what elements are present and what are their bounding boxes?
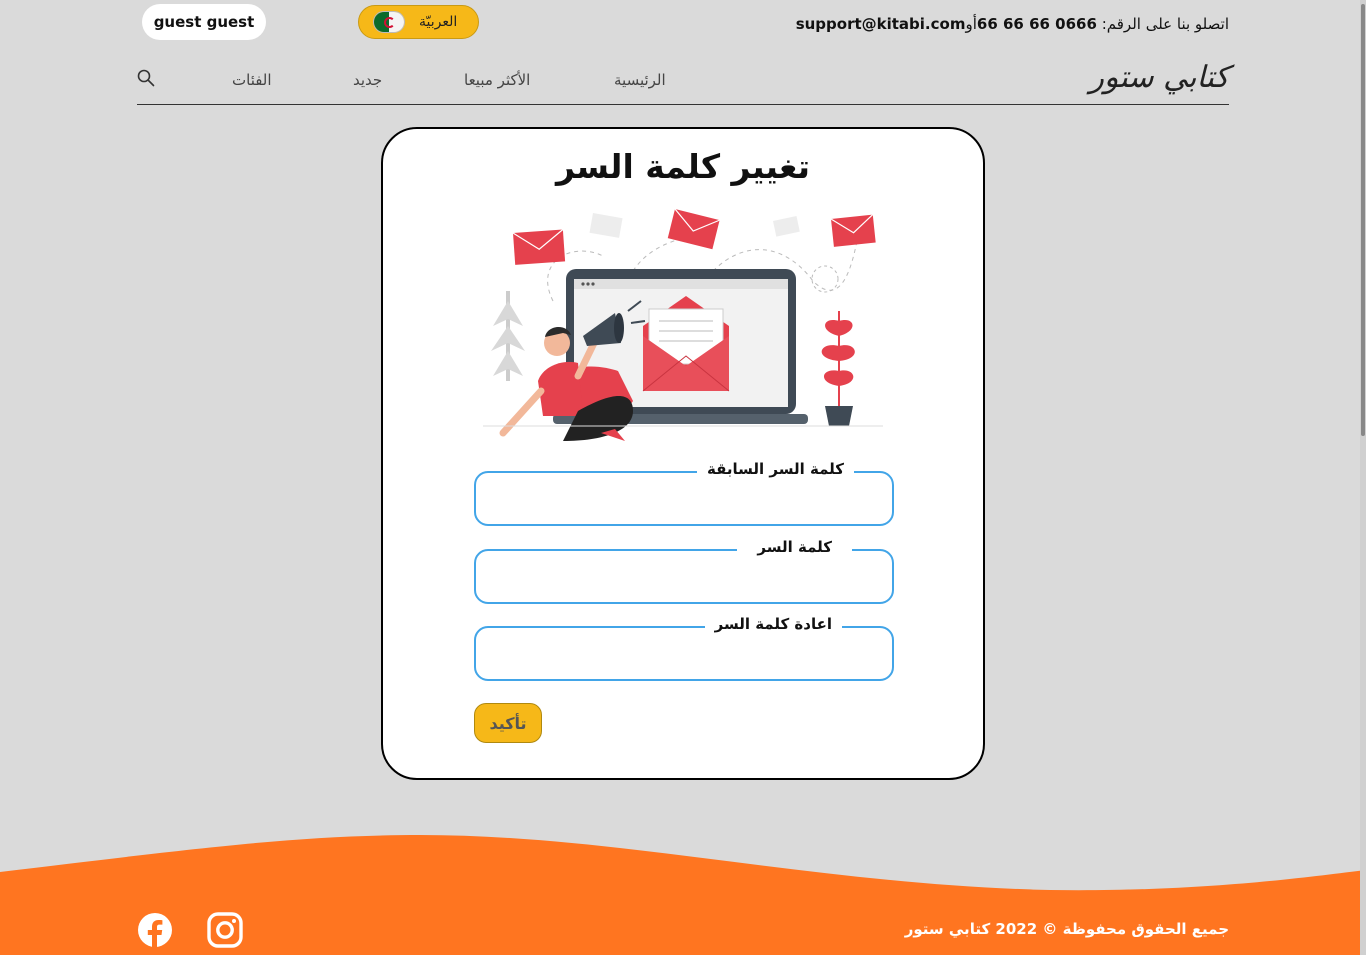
site-logo[interactable]: كتابي ستور bbox=[1089, 60, 1229, 95]
page-title: تغيير كلمة السر bbox=[555, 147, 811, 186]
user-account-button[interactable]: guest guest bbox=[142, 4, 266, 40]
copyright-text: جميع الحقوق محفوظة © 2022 كتابي ستور bbox=[904, 920, 1229, 938]
facebook-icon[interactable] bbox=[137, 912, 173, 948]
language-switcher[interactable]: العربيّة bbox=[358, 5, 479, 39]
algeria-flag-icon bbox=[373, 11, 405, 33]
nav-item-categories[interactable]: الفئات bbox=[232, 71, 272, 89]
nav-divider bbox=[137, 104, 1229, 105]
contact-phone: 66 66 66 0666 bbox=[976, 15, 1097, 33]
nav-item-home[interactable]: الرئيسية bbox=[614, 71, 666, 89]
change-password-card: تغيير كلمة السر كلمة السر السابقة كلمة ا… bbox=[381, 127, 985, 780]
search-icon[interactable] bbox=[137, 69, 155, 87]
nav-item-new[interactable]: جديد bbox=[353, 71, 382, 89]
scrollbar-thumb[interactable] bbox=[1361, 4, 1365, 436]
contact-email[interactable]: support@kitabi.com bbox=[796, 15, 966, 33]
contact-info: اتصلو بنا على الرقم: 66 66 66 0666أوsupp… bbox=[796, 15, 1229, 33]
email-marketing-illustration bbox=[483, 208, 883, 441]
contact-prefix: اتصلو بنا على الرقم: bbox=[1101, 15, 1229, 33]
new-password-label: كلمة السر bbox=[737, 538, 852, 556]
old-password-input[interactable] bbox=[476, 473, 892, 524]
user-name: guest guest bbox=[153, 13, 255, 31]
confirm-password-label: اعادة كلمة السر bbox=[704, 615, 842, 633]
nav-item-best-sellers[interactable]: الأكثر مبيعا bbox=[464, 71, 530, 89]
language-label: العربيّة bbox=[419, 14, 458, 30]
new-password-field: كلمة السر bbox=[474, 538, 894, 604]
confirm-password-input[interactable] bbox=[476, 628, 892, 679]
page-scrollbar[interactable] bbox=[1360, 0, 1366, 955]
old-password-field: كلمة السر السابقة bbox=[474, 460, 894, 526]
instagram-icon[interactable] bbox=[207, 912, 243, 948]
contact-or: أو bbox=[965, 15, 977, 33]
new-password-input[interactable] bbox=[476, 551, 892, 602]
confirm-button[interactable]: تأكيد bbox=[474, 703, 542, 743]
old-password-label: كلمة السر السابقة bbox=[696, 460, 854, 478]
confirm-password-field: اعادة كلمة السر bbox=[474, 615, 894, 681]
